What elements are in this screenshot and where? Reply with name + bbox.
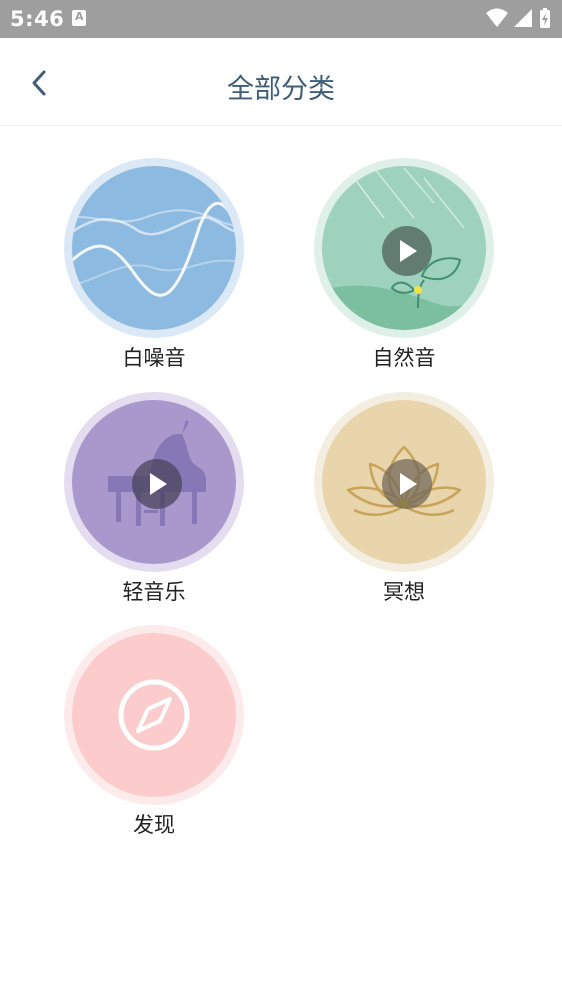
category-light-music[interactable]: 轻音乐 — [64, 392, 244, 612]
status-icons — [486, 8, 550, 28]
category-label: 自然音 — [372, 346, 436, 370]
category-circle — [314, 158, 494, 338]
a-notification-icon: A — [72, 10, 86, 26]
battery-charging-icon — [540, 8, 550, 28]
category-label: 冥想 — [383, 580, 425, 604]
wifi-icon — [486, 8, 508, 27]
category-circle — [64, 158, 244, 338]
category-meditation[interactable]: 冥想 — [314, 392, 494, 612]
status-time: 5:46 — [10, 7, 65, 31]
category-circle — [314, 392, 494, 572]
play-icon — [382, 226, 432, 276]
category-nature-sounds[interactable]: 自然音 — [314, 158, 494, 378]
category-white-noise[interactable]: 白噪音 — [64, 158, 244, 378]
category-discover[interactable]: 发现 — [64, 625, 244, 845]
category-label: 白噪音 — [122, 346, 186, 370]
header: 全部分类 — [0, 38, 562, 126]
category-label: 轻音乐 — [122, 580, 186, 604]
play-icon — [382, 459, 432, 509]
status-bar: 5:46 A — [0, 0, 562, 38]
category-circle — [64, 625, 244, 805]
play-icon — [132, 459, 182, 509]
signal-icon — [514, 9, 532, 27]
page-title: 全部分类 — [227, 74, 335, 105]
category-label: 发现 — [133, 813, 175, 837]
category-circle — [64, 392, 244, 572]
